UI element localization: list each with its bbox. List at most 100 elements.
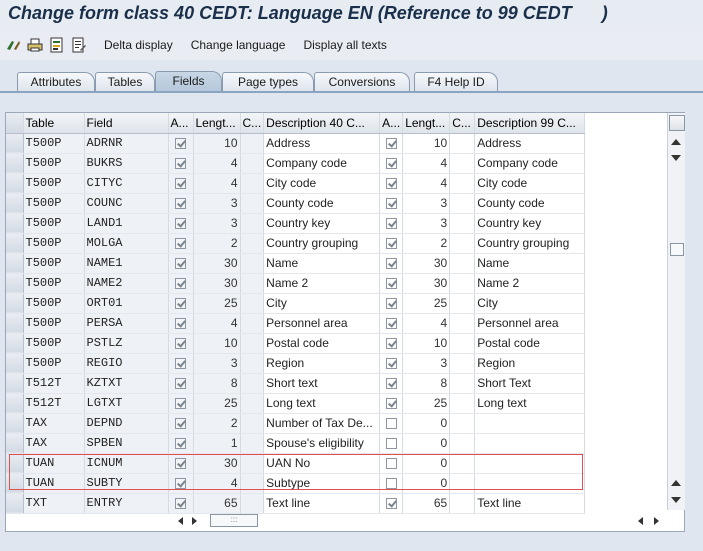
cell-c2[interactable] <box>449 353 476 374</box>
scroll-right-end-icon[interactable] <box>654 517 659 525</box>
cell-c2[interactable] <box>449 413 476 434</box>
table-row[interactable]: T500P PERSA 4 Personnel area 4 Personnel area <box>6 313 586 334</box>
cell-desc99[interactable]: Name <box>474 253 586 274</box>
row-selector[interactable] <box>6 353 24 374</box>
tab-fields[interactable]: Fields <box>155 71 222 93</box>
table-row[interactable]: TUAN SUBTY 4 Subtype 0 <box>6 473 586 494</box>
cell-desc40[interactable]: Personnel area <box>263 313 381 334</box>
document-edit-icon[interactable] <box>71 37 87 53</box>
checkbox-a2[interactable] <box>385 358 397 370</box>
table-row[interactable]: T500P MOLGA 2 Country grouping 2 Country grou… <box>6 233 586 254</box>
cell-desc40[interactable]: Company code <box>263 153 381 174</box>
cell-desc99[interactable]: City code <box>474 173 586 194</box>
col-header-length2[interactable]: Lengt... <box>402 113 451 134</box>
cell-c2[interactable] <box>449 253 476 274</box>
cell-length2[interactable]: 10 <box>402 133 451 154</box>
scroll-page-down-icon[interactable] <box>671 497 681 503</box>
cell-desc99[interactable]: Address <box>474 133 586 154</box>
cell-desc40[interactable]: Name 2 <box>263 273 381 294</box>
glasses-icon[interactable] <box>5 37 21 53</box>
checkbox-a2[interactable] <box>385 418 397 430</box>
checkbox-a2[interactable] <box>385 458 397 470</box>
tab-tables[interactable]: Tables <box>95 72 155 92</box>
cell-a2[interactable] <box>379 493 404 514</box>
cell-desc99[interactable]: County code <box>474 193 586 214</box>
row-selector[interactable] <box>6 293 24 314</box>
checkbox-a2[interactable] <box>385 338 397 350</box>
cell-length2[interactable]: 3 <box>402 193 451 214</box>
table-row[interactable]: T500P ORT01 25 City 25 City <box>6 293 586 314</box>
vertical-scrollbar[interactable] <box>667 113 685 510</box>
checkbox-a2[interactable] <box>385 278 397 290</box>
change-language-button[interactable]: Change language <box>191 38 286 52</box>
cell-desc40[interactable]: Long text <box>263 393 381 414</box>
cell-desc99[interactable]: Country key <box>474 213 586 234</box>
cell-a2[interactable] <box>379 213 404 234</box>
cell-c2[interactable] <box>449 333 476 354</box>
cell-desc99[interactable]: Country grouping <box>474 233 586 254</box>
horizontal-scroll-thumb[interactable]: ::: <box>210 514 258 527</box>
cell-length2[interactable]: 0 <box>402 413 451 434</box>
tab-attributes[interactable]: Attributes <box>17 72 95 92</box>
cell-a2[interactable] <box>379 193 404 214</box>
checkbox-a2[interactable] <box>385 478 397 490</box>
cell-desc40[interactable]: Country grouping <box>263 233 381 254</box>
cell-desc99[interactable] <box>474 413 586 434</box>
cell-a2[interactable] <box>379 453 404 474</box>
checkbox-a2[interactable] <box>385 238 397 250</box>
cell-c2[interactable] <box>449 453 476 474</box>
cell-length2[interactable]: 2 <box>402 233 451 254</box>
cell-c2[interactable] <box>449 473 476 494</box>
cell-c2[interactable] <box>449 373 476 394</box>
cell-desc40[interactable]: Address <box>263 133 381 154</box>
table-row[interactable]: T500P REGIO 3 Region 3 Region <box>6 353 586 374</box>
cell-desc40[interactable]: City <box>263 293 381 314</box>
cell-length2[interactable]: 65 <box>402 493 451 514</box>
cell-a2[interactable] <box>379 333 404 354</box>
table-row[interactable]: TXT ENTRY 65 Text line 65 Text line <box>6 493 586 514</box>
cell-a2[interactable] <box>379 413 404 434</box>
cell-length2[interactable]: 25 <box>402 293 451 314</box>
col-header-desc99[interactable]: Description 99 C... <box>474 113 586 134</box>
row-selector[interactable] <box>6 193 24 214</box>
cell-c2[interactable] <box>449 273 476 294</box>
checkbox-a2[interactable] <box>385 138 397 150</box>
cell-a2[interactable] <box>379 173 404 194</box>
display-all-texts-button[interactable]: Display all texts <box>303 38 386 52</box>
table-row[interactable]: TAX DEPND 2 Number of Tax De... 0 <box>6 413 586 434</box>
cell-a2[interactable] <box>379 353 404 374</box>
cell-c2[interactable] <box>449 313 476 334</box>
cell-desc99[interactable] <box>474 473 586 494</box>
checkbox-a2[interactable] <box>385 298 397 310</box>
cell-desc99[interactable]: Region <box>474 353 586 374</box>
cell-length2[interactable]: 4 <box>402 313 451 334</box>
cell-desc99[interactable]: Short Text <box>474 373 586 394</box>
cell-length2[interactable]: 30 <box>402 273 451 294</box>
cell-a2[interactable] <box>379 253 404 274</box>
cell-length2[interactable]: 30 <box>402 253 451 274</box>
cell-a2[interactable] <box>379 433 404 454</box>
cell-desc40[interactable]: County code <box>263 193 381 214</box>
col-header-desc40[interactable]: Description 40 C... <box>263 113 381 134</box>
col-header-a1[interactable]: A... <box>168 113 194 134</box>
table-row[interactable]: T500P PSTLZ 10 Postal code 10 Postal code <box>6 333 586 354</box>
cell-length2[interactable]: 3 <box>402 213 451 234</box>
cell-c2[interactable] <box>449 393 476 414</box>
table-row[interactable]: T512T LGTXT 25 Long text 25 Long text <box>6 393 586 414</box>
tab-conversions[interactable]: Conversions <box>314 72 410 92</box>
cell-c2[interactable] <box>449 433 476 454</box>
cell-length2[interactable]: 0 <box>402 473 451 494</box>
cell-length2[interactable]: 3 <box>402 353 451 374</box>
horizontal-scrollbar[interactable]: ::: <box>166 513 666 529</box>
table-row[interactable]: T500P LAND1 3 Country key 3 Country key <box>6 213 586 234</box>
row-selector[interactable] <box>6 373 24 394</box>
scroll-right-icon[interactable] <box>192 517 197 525</box>
scroll-page-up-icon[interactable] <box>671 480 681 486</box>
cell-length2[interactable]: 4 <box>402 173 451 194</box>
checkbox-a2[interactable] <box>385 438 397 450</box>
cell-desc40[interactable]: Short text <box>263 373 381 394</box>
cell-c2[interactable] <box>449 213 476 234</box>
cell-desc99[interactable]: Company code <box>474 153 586 174</box>
table-row[interactable]: T500P NAME1 30 Name 30 Name <box>6 253 586 274</box>
cell-a2[interactable] <box>379 233 404 254</box>
